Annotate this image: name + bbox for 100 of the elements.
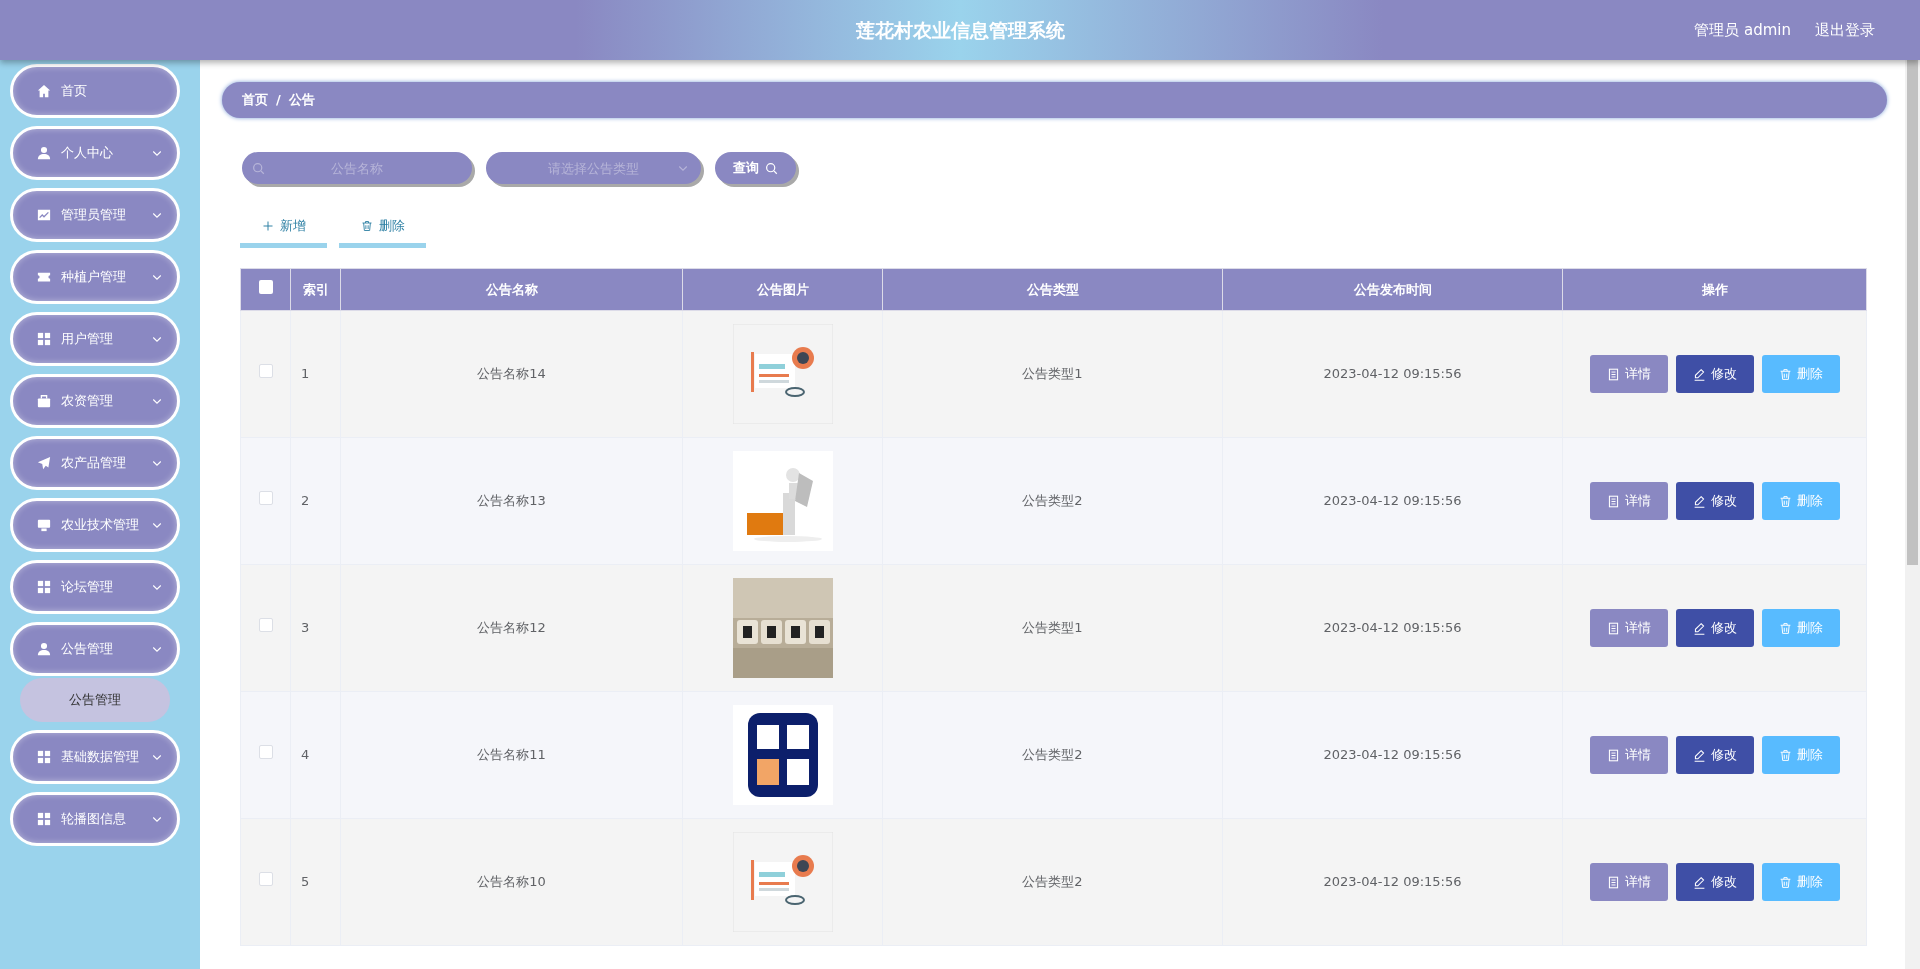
sidebar-item[interactable]: 管理员管理 xyxy=(10,188,180,242)
sidebar-item[interactable]: 种植户管理 xyxy=(10,250,180,304)
table-cell: 公告类型1 xyxy=(882,564,1223,692)
table-cell: 公告类型1 xyxy=(882,310,1223,438)
table-cell: 公告名称12 xyxy=(340,564,683,692)
ticket-icon xyxy=(37,270,51,284)
column-header[interactable]: 公告发布时间 xyxy=(1222,268,1563,311)
scrollbar-thumb[interactable] xyxy=(1907,60,1918,565)
column-header[interactable]: 公告名称 xyxy=(340,268,683,311)
user-label: 管理员 admin xyxy=(1694,19,1791,41)
query-button[interactable]: 查询 xyxy=(715,152,796,184)
grid-icon xyxy=(37,812,51,826)
pencil-icon xyxy=(1692,621,1706,635)
table-cell: 2 xyxy=(290,437,341,565)
pencil-icon xyxy=(1692,748,1706,762)
table-cell: 公告名称14 xyxy=(340,310,683,438)
document-icon xyxy=(1606,875,1620,889)
row-checkbox[interactable] xyxy=(258,745,273,760)
user-icon xyxy=(37,642,51,656)
table-cell: 公告名称13 xyxy=(340,437,683,565)
edit-button[interactable]: 修改 xyxy=(1675,355,1754,393)
home-icon xyxy=(37,84,51,98)
column-header[interactable]: 公告图片 xyxy=(682,268,883,311)
delete-button[interactable]: 删除 xyxy=(1761,863,1840,901)
logout-link[interactable]: 退出登录 xyxy=(1815,18,1875,42)
table-cell: 5 xyxy=(290,818,341,946)
table-cell: 公告类型2 xyxy=(882,691,1223,819)
table-cell: 2023-04-12 09:15:56 xyxy=(1222,310,1563,438)
user-icon xyxy=(37,146,51,160)
trash-icon xyxy=(1778,875,1792,889)
document-icon xyxy=(1606,367,1620,381)
search-icon xyxy=(765,161,778,175)
table-cell: 公告名称10 xyxy=(340,818,683,946)
scrollbar[interactable] xyxy=(1905,60,1920,969)
sidebar-item[interactable]: 首页 xyxy=(10,64,180,118)
delete-button[interactable]: 删除 xyxy=(1761,482,1840,520)
add-button[interactable]: 新增 xyxy=(240,208,327,248)
table-cell: 3 xyxy=(290,564,341,692)
sidebar-item[interactable]: 农业技术管理 xyxy=(10,498,180,552)
detail-button[interactable]: 详情 xyxy=(1589,482,1668,520)
trash-icon xyxy=(1778,621,1792,635)
detail-button[interactable]: 详情 xyxy=(1589,355,1668,393)
detail-button[interactable]: 详情 xyxy=(1589,736,1668,774)
edit-button[interactable]: 修改 xyxy=(1675,863,1754,901)
table-cell: 公告类型2 xyxy=(882,437,1223,565)
table-cell: 2023-04-12 09:15:56 xyxy=(1222,437,1563,565)
pencil-icon xyxy=(1692,494,1706,508)
column-header[interactable]: 操作 xyxy=(1562,268,1867,311)
app-title: 莲花村农业信息管理系统 xyxy=(855,17,1065,43)
table-cell: 公告名称11 xyxy=(340,691,683,819)
pencil-icon xyxy=(1692,367,1706,381)
trash-icon xyxy=(360,219,373,232)
row-checkbox[interactable] xyxy=(258,872,273,887)
edit-button[interactable]: 修改 xyxy=(1675,482,1754,520)
row-checkbox[interactable] xyxy=(258,364,273,379)
table-cell: 2023-04-12 09:15:56 xyxy=(1222,564,1563,692)
paper-plane-icon xyxy=(37,456,51,470)
row-checkbox[interactable] xyxy=(258,618,273,633)
grid-icon xyxy=(37,332,51,346)
breadcrumb-link[interactable]: 首页 xyxy=(242,90,268,110)
table-cell: 公告类型2 xyxy=(882,818,1223,946)
sidebar-item[interactable]: 个人中心 xyxy=(10,126,180,180)
document-icon xyxy=(1606,494,1620,508)
sidebar-item[interactable]: 论坛管理 xyxy=(10,560,180,614)
delete-button[interactable]: 删除 xyxy=(1761,355,1840,393)
breadcrumb-separator: / xyxy=(276,91,281,110)
search-icon xyxy=(252,162,265,175)
sidebar-item[interactable]: 轮播图信息 xyxy=(10,792,180,846)
trash-icon xyxy=(1778,748,1792,762)
document-icon xyxy=(1606,748,1620,762)
sidebar-item[interactable]: 基础数据管理 xyxy=(10,730,180,784)
table-cell: 4 xyxy=(290,691,341,819)
column-header[interactable]: 索引 xyxy=(290,268,341,311)
sidebar-subitem[interactable]: 公告管理 xyxy=(20,678,170,722)
column-header[interactable]: 公告类型 xyxy=(882,268,1223,311)
trash-icon xyxy=(1778,494,1792,508)
monitor-icon xyxy=(37,518,51,532)
trash-icon xyxy=(1778,367,1792,381)
chart-icon xyxy=(37,208,51,222)
detail-button[interactable]: 详情 xyxy=(1589,609,1668,647)
edit-button[interactable]: 修改 xyxy=(1675,609,1754,647)
detail-button[interactable]: 详情 xyxy=(1589,863,1668,901)
delete-button[interactable]: 删除 xyxy=(339,208,426,248)
breadcrumb-current: 公告 xyxy=(288,91,315,110)
sidebar-item[interactable]: 公告管理 xyxy=(10,622,180,676)
table-cell: 2023-04-12 09:15:56 xyxy=(1222,818,1563,946)
select-all-checkbox[interactable] xyxy=(258,279,273,294)
sidebar-item[interactable]: 农产品管理 xyxy=(10,436,180,490)
table-cell: 1 xyxy=(290,310,341,438)
table-cell: 2023-04-12 09:15:56 xyxy=(1222,691,1563,819)
delete-button[interactable]: 删除 xyxy=(1761,609,1840,647)
sidebar-item[interactable]: 用户管理 xyxy=(10,312,180,366)
edit-button[interactable]: 修改 xyxy=(1675,736,1754,774)
delete-button[interactable]: 删除 xyxy=(1761,736,1840,774)
row-checkbox[interactable] xyxy=(258,491,273,506)
briefcase-icon xyxy=(37,394,51,408)
plus-icon xyxy=(261,219,274,232)
document-icon xyxy=(1606,621,1620,635)
pencil-icon xyxy=(1692,875,1706,889)
sidebar-item[interactable]: 农资管理 xyxy=(10,374,180,428)
